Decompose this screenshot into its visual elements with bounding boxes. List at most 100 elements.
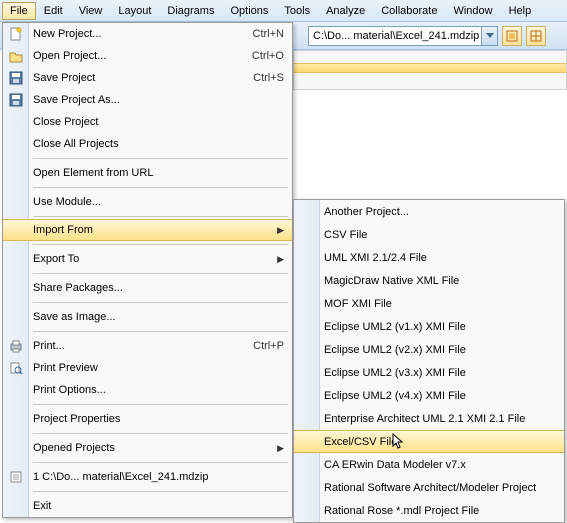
file-menu-item[interactable]: Export To▶: [3, 248, 292, 270]
chevron-down-icon[interactable]: [481, 27, 497, 45]
menu-file[interactable]: File: [2, 2, 36, 20]
menu-tools[interactable]: Tools: [276, 2, 318, 20]
menu-item-label: Print...: [33, 340, 253, 352]
file-menu-item[interactable]: Print Preview: [3, 357, 292, 379]
file-menu-item[interactable]: Use Module...: [3, 191, 292, 213]
menu-item-accelerator: Ctrl+P: [253, 340, 284, 352]
menu-separator: [33, 187, 288, 188]
menu-help[interactable]: Help: [501, 2, 540, 20]
file-menu-item[interactable]: Print...Ctrl+P: [3, 335, 292, 357]
submenu-item-label: Another Project...: [324, 206, 409, 218]
open-icon: [7, 47, 25, 65]
menu-window[interactable]: Window: [445, 2, 500, 20]
menubar: File Edit View Layout Diagrams Options T…: [0, 0, 567, 22]
import-submenu-item[interactable]: Eclipse UML2 (v2.x) XMI File: [294, 338, 564, 361]
menu-diagrams[interactable]: Diagrams: [159, 2, 222, 20]
file-menu-dropdown: New Project...Ctrl+NOpen Project...Ctrl+…: [2, 22, 293, 518]
menu-item-accelerator: Ctrl+S: [253, 72, 284, 84]
import-submenu-item[interactable]: Another Project...: [294, 200, 564, 223]
preview-icon: [7, 359, 25, 377]
import-submenu-item[interactable]: Eclipse UML2 (v1.x) XMI File: [294, 315, 564, 338]
submenu-item-label: Eclipse UML2 (v3.x) XMI File: [324, 367, 466, 379]
menu-item-label: Open Project...: [33, 50, 252, 62]
menu-separator: [33, 433, 288, 434]
file-menu-item[interactable]: Save Project As...: [3, 89, 292, 111]
import-submenu-item[interactable]: MOF XMI File: [294, 292, 564, 315]
menu-edit[interactable]: Edit: [36, 2, 71, 20]
file-menu-item[interactable]: Save as Image...: [3, 306, 292, 328]
menu-view[interactable]: View: [71, 2, 111, 20]
import-submenu-item[interactable]: UML XMI 2.1/2.4 File: [294, 246, 564, 269]
menu-item-label: Save Project: [33, 72, 253, 84]
submenu-item-label: MagicDraw Native XML File: [324, 275, 459, 287]
submenu-item-label: Enterprise Architect UML 2.1 XMI 2.1 Fil…: [324, 413, 525, 425]
file-menu-item[interactable]: Open Project...Ctrl+O: [3, 45, 292, 67]
toolbar-button-1[interactable]: [502, 26, 522, 46]
submenu-arrow-icon: ▶: [277, 443, 284, 454]
file-menu-item[interactable]: 1 C:\Do... material\Excel_241.mdzip: [3, 466, 292, 488]
submenu-arrow-icon: ▶: [277, 225, 284, 236]
import-submenu-item[interactable]: MagicDraw Native XML File: [294, 269, 564, 292]
menu-options[interactable]: Options: [222, 2, 276, 20]
menu-item-label: 1 C:\Do... material\Excel_241.mdzip: [33, 471, 284, 483]
import-submenu-item[interactable]: Eclipse UML2 (v3.x) XMI File: [294, 361, 564, 384]
menu-item-label: Close Project: [33, 116, 284, 128]
file-menu-item[interactable]: Import From▶: [3, 219, 292, 241]
menu-item-label: Print Options...: [33, 384, 284, 396]
submenu-item-label: CA ERwin Data Modeler v7.x: [324, 459, 466, 471]
submenu-item-label: CSV File: [324, 229, 367, 241]
toolbar-button-2[interactable]: [526, 26, 546, 46]
save-icon: [7, 69, 25, 87]
new-icon: [7, 25, 25, 43]
file-menu-item[interactable]: Close All Projects: [3, 133, 292, 155]
import-submenu-item[interactable]: Excel/CSV File: [294, 430, 564, 453]
import-from-submenu: Another Project... CSV File UML XMI 2.1/2.…: [293, 199, 565, 523]
project-path-combo[interactable]: C:\Do... material\Excel_241.mdzip: [308, 26, 498, 46]
menu-layout[interactable]: Layout: [110, 2, 159, 20]
menu-separator: [33, 158, 288, 159]
submenu-item-label: Eclipse UML2 (v4.x) XMI File: [324, 390, 466, 402]
submenu-item-label: Eclipse UML2 (v2.x) XMI File: [324, 344, 466, 356]
workspace-header-bar: [294, 63, 566, 73]
workspace-area: [293, 50, 567, 90]
submenu-item-label: MOF XMI File: [324, 298, 392, 310]
menu-separator: [33, 244, 288, 245]
menu-separator: [33, 216, 288, 217]
import-submenu-item[interactable]: Rational Software Architect/Modeler Proj…: [294, 476, 564, 499]
file-menu-item[interactable]: Close Project: [3, 111, 292, 133]
menu-item-label: Open Element from URL: [33, 167, 284, 179]
submenu-item-label: Eclipse UML2 (v1.x) XMI File: [324, 321, 466, 333]
menu-separator: [33, 302, 288, 303]
submenu-arrow-icon: ▶: [277, 254, 284, 265]
menu-item-label: Close All Projects: [33, 138, 284, 150]
menu-collaborate[interactable]: Collaborate: [373, 2, 445, 20]
file-menu-item[interactable]: Share Packages...: [3, 277, 292, 299]
file-menu-item[interactable]: Save ProjectCtrl+S: [3, 67, 292, 89]
file-menu-item[interactable]: Exit: [3, 495, 292, 517]
menu-item-accelerator: Ctrl+N: [253, 28, 284, 40]
menu-analyze[interactable]: Analyze: [318, 2, 373, 20]
menu-item-label: Save as Image...: [33, 311, 284, 323]
file-menu-item[interactable]: Open Element from URL: [3, 162, 292, 184]
file-menu-item[interactable]: Opened Projects▶: [3, 437, 292, 459]
menu-item-label: Export To: [33, 253, 277, 265]
import-submenu-item[interactable]: CA ERwin Data Modeler v7.x: [294, 453, 564, 476]
menu-item-label: Exit: [33, 500, 284, 512]
file-menu-item[interactable]: Print Options...: [3, 379, 292, 401]
project-path-value: C:\Do... material\Excel_241.mdzip: [309, 30, 481, 42]
import-submenu-item[interactable]: Eclipse UML2 (v4.x) XMI File: [294, 384, 564, 407]
menu-separator: [33, 331, 288, 332]
import-submenu-item[interactable]: Enterprise Architect UML 2.1 XMI 2.1 Fil…: [294, 407, 564, 430]
menu-item-label: Import From: [33, 224, 277, 236]
file-menu-item[interactable]: New Project...Ctrl+N: [3, 23, 292, 45]
menu-item-label: Opened Projects: [33, 442, 277, 454]
menu-separator: [33, 273, 288, 274]
submenu-item-label: UML XMI 2.1/2.4 File: [324, 252, 427, 264]
menu-item-label: Share Packages...: [33, 282, 284, 294]
import-submenu-item[interactable]: CSV File: [294, 223, 564, 246]
import-submenu-item[interactable]: Rational Rose *.mdl Project File: [294, 499, 564, 522]
submenu-item-label: Rational Software Architect/Modeler Proj…: [324, 482, 536, 494]
menu-separator: [33, 491, 288, 492]
file-menu-item[interactable]: Project Properties: [3, 408, 292, 430]
menu-item-label: New Project...: [33, 28, 253, 40]
